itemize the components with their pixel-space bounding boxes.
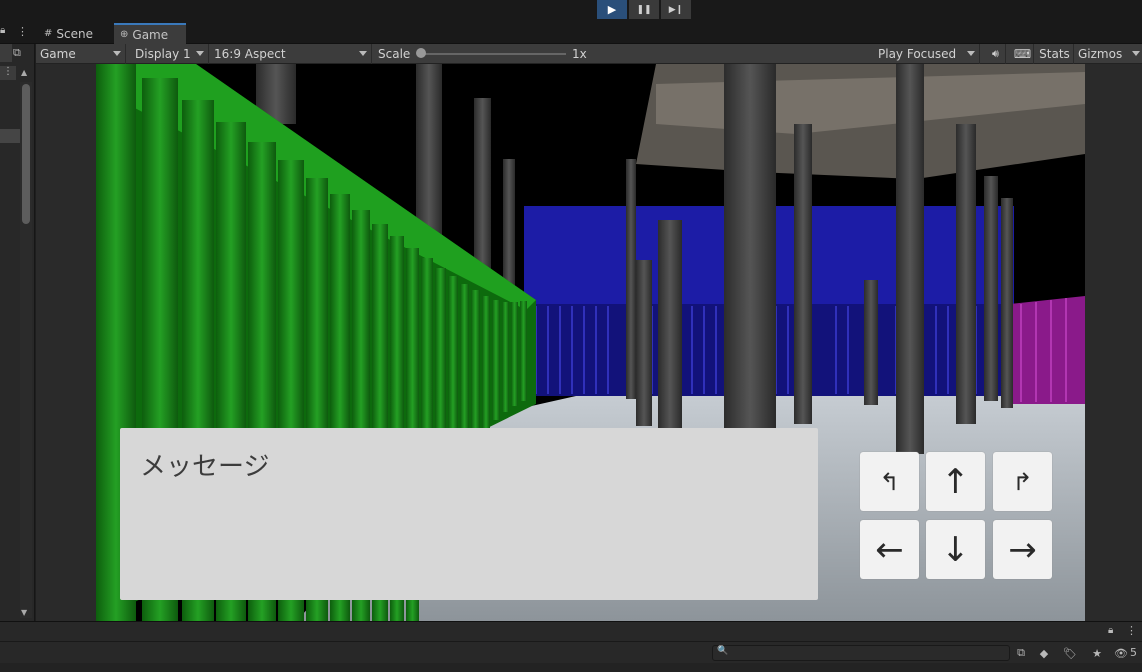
filter-type-icon[interactable]: ◆ — [1035, 644, 1053, 662]
chevron-down-icon — [113, 51, 121, 56]
message-box: メッセージ — [120, 428, 818, 600]
mute-audio-button[interactable]: 🔊︎ — [986, 44, 1006, 64]
right-arrow-icon: → — [1008, 529, 1037, 570]
display-mode-label: Game — [40, 47, 76, 61]
turn-left-arrow-icon: ↰ — [879, 467, 900, 496]
chevron-down-icon — [196, 51, 204, 56]
maximize-icon[interactable]: ⧉ — [13, 46, 27, 60]
scale-label: Scale — [378, 47, 411, 61]
chevron-down-icon — [1132, 51, 1140, 56]
step-button[interactable]: ▶❙ — [661, 0, 691, 19]
left-panel-menu-icon[interactable]: ⋮ — [0, 66, 16, 80]
aspect-dropdown[interactable]: 16:9 Aspect — [210, 44, 372, 64]
bottom-panel-header: 🔒︎ ⋮ — [0, 621, 1142, 641]
keyboard-shortcuts-button[interactable]: ⌨ — [1012, 44, 1034, 64]
turn-right-button[interactable]: ↱ — [993, 452, 1052, 511]
scale-slider-track[interactable] — [420, 53, 566, 55]
aspect-label: 16:9 Aspect — [214, 47, 286, 61]
grid-icon: # — [44, 28, 53, 39]
scroll-down-icon[interactable]: ▼ — [21, 608, 27, 617]
scroll-up-icon[interactable]: ▲ — [21, 68, 27, 77]
label-icon[interactable]: 🏷︎ — [1061, 644, 1079, 662]
pause-button[interactable]: ❚❚ — [629, 0, 659, 19]
favorite-icon[interactable]: ★ — [1088, 644, 1106, 662]
chevron-down-icon — [967, 51, 975, 56]
gizmos-label: Gizmos — [1078, 47, 1123, 61]
turn-right-arrow-icon: ↱ — [1012, 467, 1033, 496]
tab-game[interactable]: ⊕ Game — [114, 23, 186, 44]
tab-label: Scene — [56, 26, 93, 41]
tab-strip: 🔒︎ ⋮ # Scene ⊕ Game — [0, 22, 1142, 44]
bottom-panel-body — [0, 663, 1142, 672]
display-label: Display 1 — [135, 47, 191, 61]
play-toolbar: ▶ ❚❚ ▶❙ — [0, 0, 1142, 22]
left-arrow-icon: ← — [875, 529, 904, 570]
play-mode-label: Play Focused — [878, 47, 957, 61]
right-button[interactable]: → — [993, 520, 1052, 579]
stats-label: Stats — [1039, 47, 1070, 61]
lock-icon[interactable]: 🔒︎ — [1108, 625, 1113, 636]
left-panel-button[interactable] — [0, 44, 12, 62]
pause-icon: ❚❚ — [636, 4, 652, 15]
left-button[interactable]: ← — [860, 520, 919, 579]
turn-left-button[interactable]: ↰ — [860, 452, 919, 511]
scene-view-icon[interactable]: ⧉ — [1012, 644, 1030, 662]
gamepad-icon: ⊕ — [120, 29, 129, 40]
forward-button[interactable]: ↑ — [926, 452, 985, 511]
keyboard-icon: ⌨ — [1013, 47, 1032, 61]
unity-editor: ▶ ❚❚ ▶❙ 🔒︎ ⋮ # Scene ⊕ Game ⧉ ⋮ ▲ ▼ Game… — [0, 0, 1142, 672]
play-mode-dropdown[interactable]: Play Focused — [874, 44, 980, 64]
game-view[interactable]: メッセージ ↰ ↑ ↱ ← ↓ → — [96, 64, 1085, 621]
project-toolbar: 🔍 ⧉ ◆ 🏷︎ ★ 👁︎ 5 — [0, 641, 1142, 663]
message-text: メッセージ — [140, 452, 270, 482]
kebab-menu-icon[interactable]: ⋮ — [17, 25, 28, 38]
kebab-menu-icon[interactable]: ⋮ — [1126, 624, 1137, 637]
back-button[interactable]: ↓ — [926, 520, 985, 579]
display-mode-dropdown[interactable]: Game — [36, 44, 126, 64]
display-dropdown[interactable]: Display 1 — [131, 44, 209, 64]
game-toolbar: Game Display 1 16:9 Aspect Scale 1x Play… — [36, 44, 1142, 64]
play-button[interactable]: ▶ — [597, 0, 627, 19]
step-icon: ▶❙ — [668, 4, 684, 15]
tab-label: Game — [132, 27, 169, 42]
hidden-eye-icon[interactable]: 👁︎ — [1114, 644, 1128, 662]
search-icon: 🔍 — [717, 646, 729, 656]
scrollbar-thumb[interactable] — [22, 84, 30, 224]
play-icon: ▶ — [607, 3, 617, 16]
speaker-icon: 🔊︎ — [992, 47, 999, 60]
hidden-count: 5 — [1130, 646, 1137, 659]
lock-icon[interactable]: 🔒︎ — [0, 25, 5, 36]
scale-control: Scale 1x — [374, 44, 594, 64]
gizmos-button[interactable]: Gizmos — [1076, 44, 1142, 64]
selected-row[interactable] — [0, 129, 20, 143]
scale-value: 1x — [572, 47, 587, 61]
scale-slider-handle[interactable] — [416, 48, 426, 58]
tab-scene[interactable]: # Scene — [38, 23, 99, 44]
up-arrow-icon: ↑ — [941, 461, 970, 502]
chevron-down-icon — [359, 51, 367, 56]
stats-button[interactable]: Stats — [1036, 44, 1074, 64]
left-panel: ⧉ ⋮ ▲ ▼ — [0, 44, 35, 621]
down-arrow-icon: ↓ — [941, 529, 970, 570]
search-input[interactable]: 🔍 — [712, 645, 1010, 661]
